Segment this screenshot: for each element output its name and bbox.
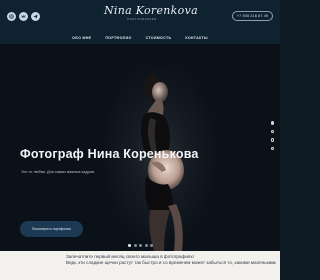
logo-script-text: Nina Korenkova: [104, 4, 198, 17]
slide-dot[interactable]: [270, 121, 274, 125]
slide-dot[interactable]: [128, 244, 131, 247]
intro-section: Запечатлите первый месяц своего малыша в…: [0, 251, 280, 280]
slider-horizontal-dots: [128, 244, 153, 247]
nav-item-pricing[interactable]: СТОИМОСТЬ: [146, 36, 172, 40]
vk-icon[interactable]: [19, 12, 28, 21]
site-header: Nina Korenkova PHOTOGRAPHER +7 905 218 8…: [0, 0, 280, 44]
view-portfolio-button[interactable]: Посмотреть портфолио: [20, 221, 83, 237]
intro-text: Запечатлите первый месяц своего малыша в…: [66, 254, 276, 266]
slide-dot[interactable]: [270, 138, 274, 142]
slide-dot[interactable]: [150, 244, 153, 247]
slider-vertical-dots: [270, 121, 274, 150]
nav-item-portfolio[interactable]: ПОРТФОЛИО: [105, 36, 131, 40]
hero-slider: Фотограф Нина Коренькова Это то любви. Д…: [0, 44, 280, 251]
intro-line-2: Ведь эти сладкие щечки растут так быстро…: [66, 260, 276, 266]
slide-dot[interactable]: [144, 244, 148, 247]
phone-button[interactable]: +7 905 218 87 49: [232, 11, 273, 21]
slide-dot[interactable]: [133, 244, 137, 247]
telegram-icon[interactable]: [31, 12, 40, 21]
slide-dot[interactable]: [139, 244, 142, 247]
slide-dot[interactable]: [270, 129, 274, 133]
nav-item-about[interactable]: ОБО МНЕ: [72, 36, 91, 40]
social-links: [7, 12, 40, 21]
site-logo[interactable]: Nina Korenkova PHOTOGRAPHER: [104, 4, 198, 21]
slide-dot[interactable]: [270, 146, 274, 150]
logo-subtitle: PHOTOGRAPHER: [127, 18, 157, 21]
nav-item-contacts[interactable]: КОНТАКТЫ: [185, 36, 208, 40]
hero-title: Фотограф Нина Коренькова: [20, 147, 199, 161]
instagram-icon[interactable]: [7, 12, 16, 21]
main-nav: ОБО МНЕ ПОРТФОЛИО СТОИМОСТЬ КОНТАКТЫ: [0, 36, 280, 40]
hero-subtitle: Это то любви. Для самых важных кадров.: [21, 170, 95, 174]
